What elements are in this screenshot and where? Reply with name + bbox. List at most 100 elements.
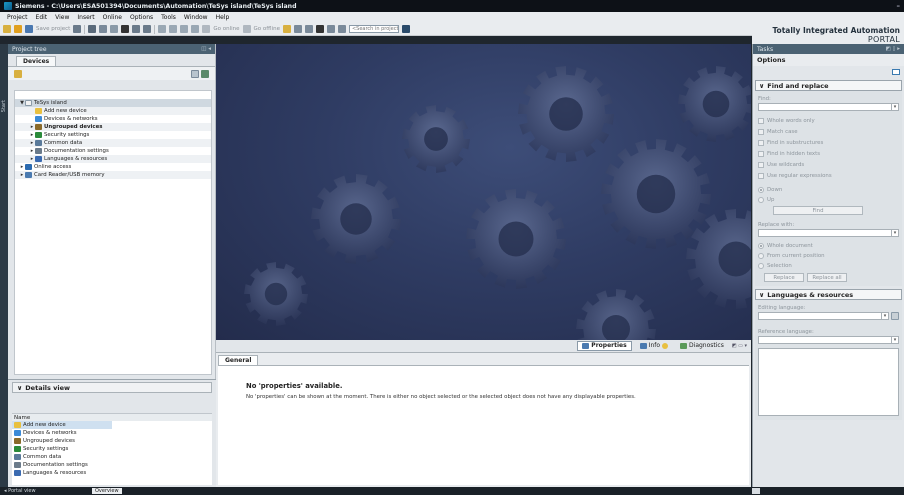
details-list-item[interactable]: Add new device [12,421,112,429]
cross-reference-icon[interactable] [315,25,324,33]
find-option-checkbox[interactable]: Use regular expressions [758,170,899,181]
find-option-checkbox[interactable]: Use wildcards [758,159,899,170]
languages-header[interactable]: ∨ Languages & resources [755,289,902,300]
radio-up[interactable]: Up [758,195,899,205]
tree-item[interactable]: Add new device [15,107,211,115]
tab-info[interactable]: Info [636,341,672,351]
tree-item[interactable]: ▸ Online access [15,163,211,171]
project-overview-icon[interactable] [14,69,22,78]
undo-icon[interactable] [132,25,141,33]
search-icon[interactable] [401,25,410,33]
find-button[interactable]: Find [773,206,863,215]
start-cpu-icon[interactable] [293,25,302,33]
replace-scope-radio[interactable]: From current position [758,251,899,261]
menu-window[interactable]: Window [180,14,212,21]
go-online-button[interactable]: Go online [213,26,239,32]
details-view-header[interactable]: ∨ Details view [12,382,212,393]
search-in-project-input[interactable] [348,25,399,33]
editing-language-select[interactable]: ▾ [758,312,889,320]
redo-icon[interactable] [143,25,152,33]
details-list-item[interactable]: Ungrouped devices [12,437,212,445]
accessible-devices-icon[interactable] [282,25,291,33]
find-option-checkbox[interactable]: Match case [758,126,899,137]
tree-item[interactable]: ▸ Documentation settings [15,147,211,155]
stop-cpu-icon[interactable] [304,25,313,33]
tab-general[interactable]: General [218,355,259,365]
menu-tools[interactable]: Tools [157,14,180,21]
delete-icon[interactable] [121,25,130,33]
minimize-icon[interactable]: – [897,2,901,10]
menu-view[interactable]: View [51,14,73,21]
copy-icon[interactable] [99,25,108,33]
grid-view-icon[interactable] [191,69,199,78]
radio-down[interactable]: Down [758,185,899,195]
replace-button[interactable]: Replace [764,273,804,282]
replace-scope-radio[interactable]: Whole document [758,241,899,251]
menu-insert[interactable]: Insert [73,14,98,21]
find-option-checkbox[interactable]: Find in hidden texts [758,148,899,159]
details-list-item[interactable]: Documentation settings [12,461,212,469]
save-project-icon[interactable] [25,25,33,33]
find-replace-header[interactable]: ∨ Find and replace [755,80,902,91]
download-icon[interactable] [169,25,178,33]
new-project-icon[interactable] [3,25,11,33]
tab-diagnostics[interactable]: Diagnostics [676,341,728,351]
tree-item[interactable]: ▸ Security settings [15,131,211,139]
details-list-item[interactable]: Security settings [12,445,212,453]
split-vertical-icon[interactable] [337,25,346,33]
details-list-item[interactable]: Languages & resources [12,469,212,477]
chevron-down-icon[interactable]: ▾ [891,104,898,110]
options-layout-icon[interactable] [892,69,900,75]
inspector-content: No 'properties' available. No 'propertie… [218,365,749,485]
menu-edit[interactable]: Edit [32,14,52,21]
reference-language-select[interactable]: ▾ [758,336,899,344]
find-input[interactable]: ▾ [758,103,899,111]
sync-icon[interactable] [201,69,209,78]
upload-icon[interactable] [180,25,189,33]
open-project-icon[interactable] [14,25,22,33]
go-offline-button[interactable]: Go offline [254,26,280,32]
tab-devices[interactable]: Devices [16,56,57,66]
save-project-button[interactable]: Save project [36,26,70,32]
start-strip[interactable]: Start [0,44,8,487]
split-horizontal-icon[interactable] [326,25,335,33]
find-option-checkbox[interactable]: Find in substructures [758,137,899,148]
cut-icon[interactable] [88,25,97,33]
tree-item[interactable]: ▸ Card Reader/USB memory [15,171,211,179]
go-online-icon[interactable] [202,25,211,33]
simulation-icon[interactable] [191,25,200,33]
paste-icon[interactable] [110,25,119,33]
tab-properties[interactable]: Properties [577,341,632,351]
menu-options[interactable]: Options [126,14,157,21]
tree-item[interactable]: ▸ Common data [15,139,211,147]
tree-item[interactable]: Devices & networks [15,115,211,123]
tree-item-label: Online access [34,164,72,170]
portal-view-button[interactable]: ◂ Portal view [4,488,36,494]
go-offline-icon[interactable] [242,25,251,33]
status-icon[interactable] [752,488,760,494]
menu-project[interactable]: Project [3,14,32,21]
tree-item[interactable]: ▸ Ungrouped devices [15,123,211,131]
overview-button[interactable]: Overview [92,488,122,494]
replace-input[interactable]: ▾ [758,229,899,237]
chevron-down-icon[interactable]: ▾ [891,230,898,236]
details-list-item[interactable]: Common data [12,453,212,461]
chevron-down-icon[interactable]: ▾ [881,313,888,319]
tree-item[interactable]: ▸ Languages & resources [15,155,211,163]
replace-all-button[interactable]: Replace all [807,273,847,282]
tree-item[interactable]: ▼ TeSys island [15,99,211,107]
collapse-panel-icon[interactable]: ◫ ◂ [201,46,211,52]
menu-help[interactable]: Help [212,14,234,21]
language-settings-icon[interactable] [891,312,899,320]
replace-scope-radio[interactable]: Selection [758,261,899,271]
language-text-area[interactable] [758,348,899,416]
menu-online[interactable]: Online [99,14,126,21]
column-header-name[interactable]: Name [12,413,212,421]
compile-icon[interactable] [158,25,167,33]
print-icon[interactable] [73,25,82,33]
chevron-down-icon[interactable]: ▾ [891,337,898,343]
tasks-panel-controls-icon[interactable]: ◩ ▯ ▸ [886,46,900,52]
details-list-item[interactable]: Devices & networks [12,429,212,437]
find-option-checkbox[interactable]: Whole words only [758,115,899,126]
inspector-window-controls-icon[interactable]: ◩ ▭ ▾ [732,343,747,349]
